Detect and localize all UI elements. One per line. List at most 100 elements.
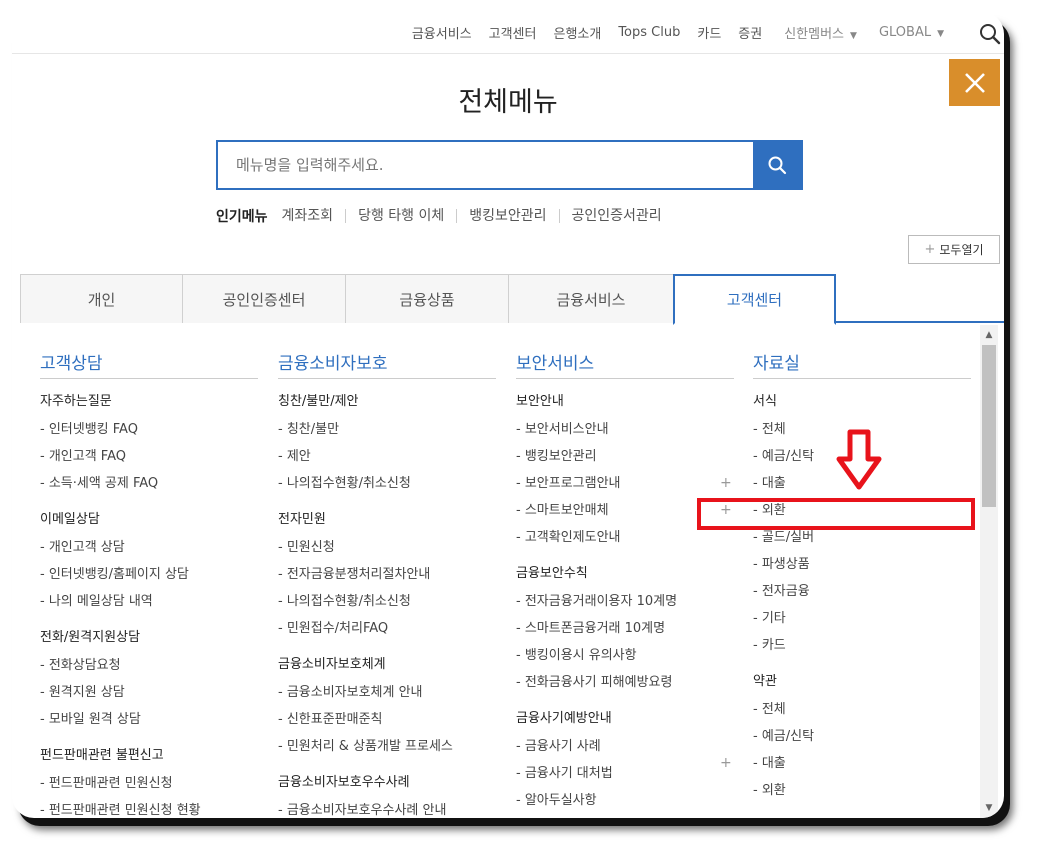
menu-search-input[interactable] bbox=[218, 142, 753, 188]
nav-securities[interactable]: 증권 bbox=[738, 23, 762, 42]
tab-certificate-center[interactable]: 공인인증센터 bbox=[182, 274, 346, 323]
menu-item[interactable]: - 펀드판매관련 민원신청 현황 bbox=[40, 797, 258, 818]
menu-group-title[interactable]: 자주하는질문 bbox=[40, 395, 258, 409]
menu-item[interactable]: - 금융사기 대처법 bbox=[516, 760, 734, 787]
menu-item[interactable]: - 기타 bbox=[753, 605, 971, 632]
open-all-button[interactable]: + 모두열기 bbox=[908, 235, 1000, 264]
menu-item-label: - 신한표준판매준칙 bbox=[278, 712, 383, 727]
tab-customer-center[interactable]: 고객센터 bbox=[673, 274, 836, 325]
menu-item-label: - 펀드판매관련 민원신청 bbox=[40, 776, 173, 791]
column-title[interactable]: 자료실 bbox=[753, 325, 971, 379]
menu-group-title[interactable]: 칭찬/불만/제안 bbox=[278, 395, 496, 409]
menu-group-title[interactable]: 금융사기예방안내 bbox=[516, 712, 734, 726]
menu-group-title[interactable]: 보안안내 bbox=[516, 395, 734, 409]
menu-group-title[interactable]: 금융소비자보호체계 bbox=[278, 658, 496, 672]
menu-group-title[interactable]: 약관 bbox=[753, 675, 971, 689]
menu-item[interactable]: - 전자금융 bbox=[753, 578, 971, 605]
menu-item[interactable]: - 외환 bbox=[753, 777, 971, 804]
menu-item[interactable]: - 알아두실사항 bbox=[516, 787, 734, 814]
nav-card[interactable]: 카드 bbox=[697, 23, 721, 42]
scrollbar[interactable]: ▲ ▼ bbox=[980, 325, 998, 818]
menu-item[interactable]: - 예금/신탁 bbox=[753, 723, 971, 750]
column-title[interactable]: 보안서비스 bbox=[516, 325, 734, 379]
members-label: 신한멤버스 bbox=[784, 27, 845, 42]
nav-members-dropdown[interactable]: 신한멤버스 ▼ bbox=[784, 23, 857, 42]
menu-item-label: - 파생상품 bbox=[753, 557, 810, 572]
menu-item[interactable]: - 민원처리 & 상품개발 프로세스 bbox=[278, 733, 496, 760]
menu-item[interactable]: - 금융소비자보호체계 안내 bbox=[278, 679, 496, 706]
menu-item[interactable]: - 인터넷뱅킹/홈페이지 상담 bbox=[40, 561, 258, 588]
popular-keyword[interactable]: 공인인증서관리 bbox=[558, 209, 674, 223]
nav-bank-intro[interactable]: 은행소개 bbox=[553, 23, 601, 42]
popular-keyword[interactable]: 뱅킹보안관리 bbox=[456, 209, 558, 223]
menu-item[interactable]: - 모바일 원격 상담 bbox=[40, 706, 258, 733]
menu-item[interactable]: - 금융소비자보호우수사례 안내 bbox=[278, 797, 496, 818]
menu-item[interactable]: - 전자금융거래이용자 10계명 bbox=[516, 588, 734, 615]
menu-item-label: - 소득·세액 공제 FAQ bbox=[40, 476, 159, 491]
menu-item[interactable]: - 전체 bbox=[753, 696, 971, 723]
scroll-up-icon[interactable]: ▲ bbox=[980, 327, 998, 343]
menu-group-title[interactable]: 전화/원격지원상담 bbox=[40, 631, 258, 645]
nav-financial-services[interactable]: 금융서비스 bbox=[412, 23, 472, 42]
menu-item[interactable]: - 소득·세액 공제 FAQ bbox=[40, 470, 258, 497]
menu-item[interactable]: - 파생상품 bbox=[753, 551, 971, 578]
menu-item-label: - 전화금융사기 피해예방요령 bbox=[516, 675, 673, 690]
menu-item-label: - 카드 bbox=[753, 638, 786, 653]
expand-plus-icon[interactable]: + bbox=[720, 750, 732, 777]
menu-item[interactable]: - 금융사기 사례 bbox=[516, 733, 734, 760]
menu-item[interactable]: - 나의접수현황/취소신청 bbox=[278, 588, 496, 615]
menu-item[interactable]: - 민원접수/처리FAQ bbox=[278, 615, 496, 642]
menu-item[interactable]: - 대출 + bbox=[720, 750, 971, 777]
menu-item-label: - 금융소비자보호우수사례 안내 bbox=[278, 803, 447, 818]
menu-group-title[interactable]: 금융소비자보호우수사례 bbox=[278, 776, 496, 790]
menu-item-label: - 보안프로그램안내 bbox=[516, 476, 621, 491]
menu-item[interactable]: - 민원신청 bbox=[278, 534, 496, 561]
popular-keyword[interactable]: 당행 타행 이체 bbox=[345, 209, 456, 223]
menu-item[interactable]: - 보안프로그램안내 bbox=[516, 470, 734, 497]
nav-global-dropdown[interactable]: GLOBAL ▼ bbox=[879, 25, 944, 40]
popular-keyword[interactable]: 계좌조회 bbox=[276, 209, 346, 223]
menu-item[interactable]: - 원격지원 상담 bbox=[40, 679, 258, 706]
menu-item-label: - 예금/신탁 bbox=[753, 729, 815, 744]
menu-group-title[interactable]: 서식 bbox=[753, 395, 971, 409]
tab-financial-services[interactable]: 금융서비스 bbox=[508, 274, 674, 323]
tab-personal[interactable]: 개인 bbox=[20, 274, 183, 323]
menu-item[interactable]: - 보안서비스안내 bbox=[516, 416, 734, 443]
menu-item[interactable]: - 신한표준판매준칙 bbox=[278, 706, 496, 733]
menu-search-button[interactable] bbox=[753, 142, 801, 188]
tab-financial-products[interactable]: 금융상품 bbox=[345, 274, 509, 323]
menu-group-title[interactable]: 이메일상담 bbox=[40, 513, 258, 527]
nav-customer-center[interactable]: 고객센터 bbox=[489, 23, 537, 42]
scrollbar-thumb[interactable] bbox=[982, 345, 996, 507]
menu-item[interactable]: - 뱅킹보안관리 bbox=[516, 443, 734, 470]
menu-item[interactable]: - 제안 bbox=[278, 443, 496, 470]
expand-plus-icon[interactable]: + bbox=[720, 470, 732, 497]
scroll-down-icon[interactable]: ▼ bbox=[980, 800, 998, 816]
menu-group-title[interactable]: 전자민원 bbox=[278, 513, 496, 527]
menu-item[interactable]: - 전화금융사기 피해예방요령 bbox=[516, 669, 734, 696]
column-title[interactable]: 금융소비자보호 bbox=[278, 325, 496, 379]
menu-item[interactable]: - 펀드판매관련 민원신청 bbox=[40, 770, 258, 797]
menu-item-label: - 알아두실사항 bbox=[516, 793, 597, 808]
column-title[interactable]: 고객상담 bbox=[40, 325, 258, 379]
menu-item-label: - 뱅킹보안관리 bbox=[516, 449, 597, 464]
search-icon[interactable] bbox=[978, 22, 1002, 46]
menu-item[interactable]: - 개인고객 상담 bbox=[40, 534, 258, 561]
menu-group-title[interactable]: 금융보안수칙 bbox=[516, 567, 734, 581]
category-tabs: 개인 공인인증센터 금융상품 금융서비스 고객센터 bbox=[20, 274, 1004, 325]
menu-item-label: - 전자금융분쟁처리절차안내 bbox=[278, 567, 431, 582]
menu-item[interactable]: - 뱅킹이용시 유의사항 bbox=[516, 642, 734, 669]
menu-item-label: - 펀드판매관련 민원신청 현황 bbox=[40, 803, 201, 818]
menu-item[interactable]: - 칭찬/불만 bbox=[278, 416, 496, 443]
menu-item-label: - 민원처리 & 상품개발 프로세스 bbox=[278, 739, 453, 754]
menu-item[interactable]: - 나의접수현황/취소신청 bbox=[278, 470, 496, 497]
nav-tops-club[interactable]: Tops Club bbox=[618, 25, 680, 40]
menu-item[interactable]: - 전자금융분쟁처리절차안내 bbox=[278, 561, 496, 588]
menu-group-title[interactable]: 펀드판매관련 불편신고 bbox=[40, 749, 258, 763]
menu-item[interactable]: - 카드 bbox=[753, 632, 971, 659]
menu-item[interactable]: - 개인고객 FAQ bbox=[40, 443, 258, 470]
menu-item[interactable]: - 인터넷뱅킹 FAQ bbox=[40, 416, 258, 443]
menu-item[interactable]: - 스마트폰금융거래 10계명 bbox=[516, 615, 734, 642]
menu-item[interactable]: - 전화상담요청 bbox=[40, 652, 258, 679]
menu-item[interactable]: - 나의 메일상담 내역 bbox=[40, 588, 258, 615]
